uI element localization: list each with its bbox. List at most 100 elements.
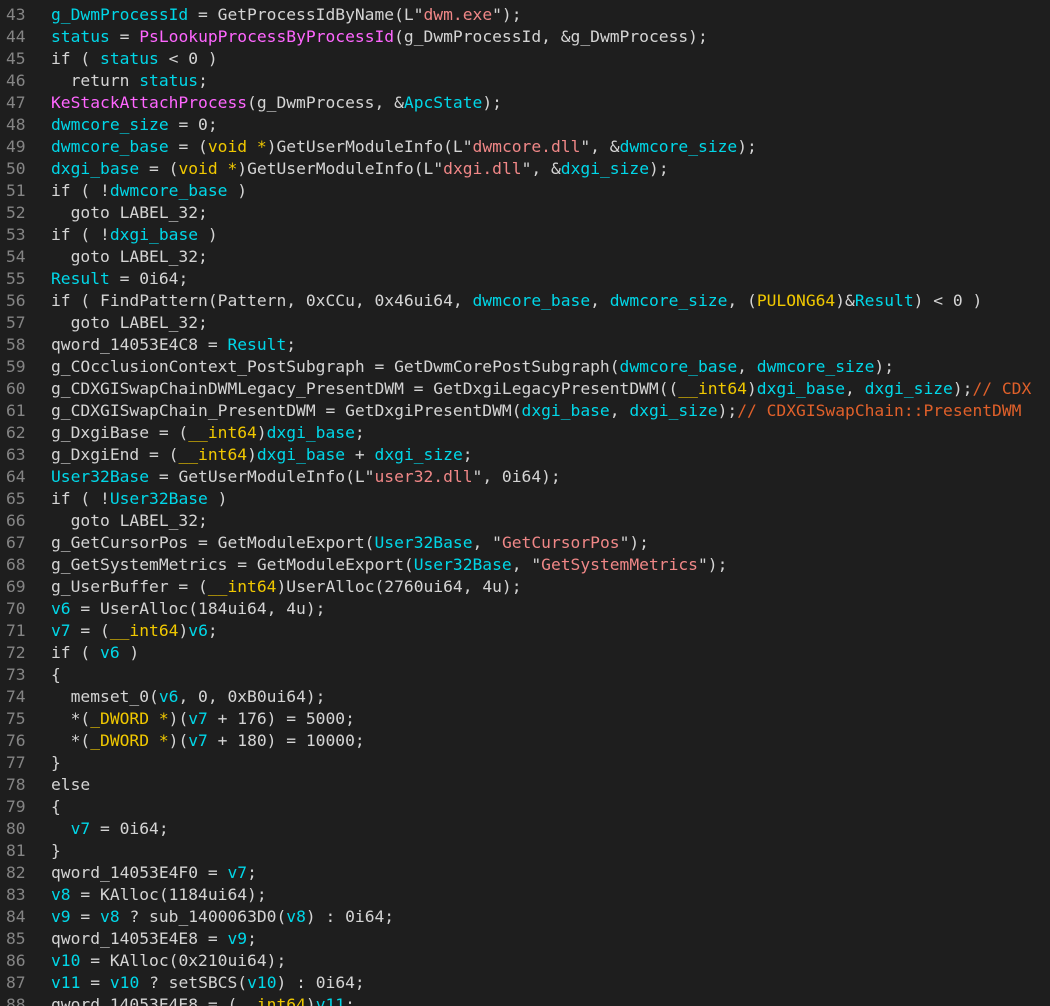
code-content[interactable]: v8 = KAlloc(1184ui64); <box>51 884 1050 906</box>
code-line[interactable]: 65 if ( !User32Base ) <box>0 488 1050 510</box>
code-line[interactable]: 47 KeStackAttachProcess(g_DwmProcess, &Ap… <box>0 92 1050 114</box>
code-content[interactable]: status = PsLookupProcessByProcessId(g_Dw… <box>51 26 1050 48</box>
code-line[interactable]: 88 qword_14053E4E8 = (__int64)v11; <box>0 994 1050 1006</box>
code-content[interactable]: g_CDXGISwapChainDWMLegacy_PresentDWM = G… <box>51 378 1050 400</box>
code-line[interactable]: 71 v7 = (__int64)v6; <box>0 620 1050 642</box>
code-line[interactable]: 55 Result = 0i64; <box>0 268 1050 290</box>
variable-token[interactable]: dxgi_base <box>522 401 610 420</box>
code-content[interactable]: { <box>51 796 1050 818</box>
code-content[interactable]: if ( FindPattern(Pattern, 0xCCu, 0x46ui6… <box>51 290 1050 312</box>
variable-token[interactable]: v8 <box>51 885 71 904</box>
code-line[interactable]: 64 User32Base = GetUserModuleInfo(L"user3… <box>0 466 1050 488</box>
code-content[interactable]: qword_14053E4F0 = v7; <box>51 862 1050 884</box>
variable-token[interactable]: Result <box>855 291 914 310</box>
variable-token[interactable]: ApcState <box>404 93 482 112</box>
variable-token[interactable]: dwmcore_base <box>473 291 591 310</box>
variable-token[interactable]: dxgi_base <box>110 225 198 244</box>
code-line[interactable]: 76 *(_DWORD *)(v7 + 180) = 10000; <box>0 730 1050 752</box>
variable-token[interactable]: User32Base <box>110 489 208 508</box>
code-content[interactable]: g_COcclusionContext_PostSubgraph = GetDw… <box>51 356 1050 378</box>
code-line[interactable]: 80 v7 = 0i64; <box>0 818 1050 840</box>
code-content[interactable]: goto LABEL_32; <box>51 312 1050 334</box>
code-line[interactable]: 45 if ( status < 0 ) <box>0 48 1050 70</box>
code-line[interactable]: 81} <box>0 840 1050 862</box>
code-content[interactable]: g_GetSystemMetrics = GetModuleExport(Use… <box>51 554 1050 576</box>
code-content[interactable]: g_DwmProcessId = GetProcessIdByName(L"dw… <box>51 4 1050 26</box>
variable-token[interactable]: v6 <box>51 599 71 618</box>
code-line[interactable]: 53 if ( !dxgi_base ) <box>0 224 1050 246</box>
code-content[interactable]: else <box>51 774 1050 796</box>
code-content[interactable]: dxgi_base = (void *)GetUserModuleInfo(L"… <box>51 158 1050 180</box>
variable-token[interactable]: v10 <box>247 973 276 992</box>
code-line[interactable]: 73 { <box>0 664 1050 686</box>
variable-token[interactable]: dxgi_size <box>561 159 649 178</box>
type-cast-token[interactable]: __int64 <box>678 379 747 398</box>
code-line[interactable]: 75 *(_DWORD *)(v7 + 176) = 5000; <box>0 708 1050 730</box>
variable-token[interactable]: v9 <box>227 929 247 948</box>
code-line[interactable]: 50 dxgi_base = (void *)GetUserModuleInfo(… <box>0 158 1050 180</box>
code-line[interactable]: 72 if ( v6 ) <box>0 642 1050 664</box>
code-content[interactable]: g_UserBuffer = (__int64)UserAlloc(2760ui… <box>51 576 1050 598</box>
code-line[interactable]: 68 g_GetSystemMetrics = GetModuleExport(U… <box>0 554 1050 576</box>
code-content[interactable]: } <box>51 840 1050 862</box>
variable-token[interactable]: g_DwmProcessId <box>51 5 188 24</box>
code-content[interactable]: memset_0(v6, 0, 0xB0ui64); <box>51 686 1050 708</box>
code-line[interactable]: 58 qword_14053E4C8 = Result; <box>0 334 1050 356</box>
code-content[interactable]: *(_DWORD *)(v7 + 180) = 10000; <box>51 730 1050 752</box>
code-line[interactable]: 61 g_CDXGISwapChain_PresentDWM = GetDxgiP… <box>0 400 1050 422</box>
code-content[interactable]: v7 = (__int64)v6; <box>51 620 1050 642</box>
code-content[interactable]: qword_14053E4C8 = Result; <box>51 334 1050 356</box>
code-line[interactable]: 54 goto LABEL_32; <box>0 246 1050 268</box>
code-line[interactable]: 59 g_COcclusionContext_PostSubgraph = Get… <box>0 356 1050 378</box>
type-cast-token[interactable]: __int64 <box>178 445 247 464</box>
variable-token[interactable]: status <box>51 27 110 46</box>
code-content[interactable]: g_DxgiEnd = (__int64)dxgi_base + dxgi_si… <box>51 444 1050 466</box>
code-content[interactable]: qword_14053E4E8 = (__int64)v11; <box>51 994 1050 1006</box>
type-cast-token[interactable]: PULONG64 <box>757 291 835 310</box>
code-content[interactable]: return status; <box>51 70 1050 92</box>
code-content[interactable]: goto LABEL_32; <box>51 510 1050 532</box>
code-line[interactable]: 49 dwmcore_base = (void *)GetUserModuleIn… <box>0 136 1050 158</box>
code-content[interactable]: if ( status < 0 ) <box>51 48 1050 70</box>
code-content[interactable]: Result = 0i64; <box>51 268 1050 290</box>
string-literal[interactable]: user32.dll <box>374 467 472 486</box>
code-line[interactable]: 56 if ( FindPattern(Pattern, 0xCCu, 0x46u… <box>0 290 1050 312</box>
variable-token[interactable]: User32Base <box>51 467 149 486</box>
code-line[interactable]: 60 g_CDXGISwapChainDWMLegacy_PresentDWM =… <box>0 378 1050 400</box>
code-line[interactable]: 62 g_DxgiBase = (__int64)dxgi_base; <box>0 422 1050 444</box>
variable-token[interactable]: v9 <box>51 907 71 926</box>
variable-token[interactable]: dwmcore_base <box>51 137 169 156</box>
code-content[interactable]: v7 = 0i64; <box>51 818 1050 840</box>
variable-token[interactable]: v10 <box>51 951 80 970</box>
variable-token[interactable]: v7 <box>227 863 247 882</box>
variable-token[interactable]: v7 <box>188 709 208 728</box>
code-line[interactable]: 83 v8 = KAlloc(1184ui64); <box>0 884 1050 906</box>
string-literal[interactable]: dwmcore.dll <box>473 137 581 156</box>
code-content[interactable]: { <box>51 664 1050 686</box>
type-cast-token[interactable]: _DWORD * <box>90 709 168 728</box>
code-content[interactable]: g_DxgiBase = (__int64)dxgi_base; <box>51 422 1050 444</box>
code-line[interactable]: 46 return status; <box>0 70 1050 92</box>
variable-token[interactable]: dxgi_size <box>865 379 953 398</box>
variable-token[interactable]: status <box>100 49 159 68</box>
variable-token[interactable]: dxgi_size <box>629 401 717 420</box>
variable-token[interactable]: Result <box>51 269 110 288</box>
string-literal[interactable]: dxgi.dll <box>443 159 521 178</box>
code-content[interactable]: goto LABEL_32; <box>51 246 1050 268</box>
kernel-function-token[interactable]: PsLookupProcessByProcessId <box>139 27 394 46</box>
code-content[interactable]: } <box>51 752 1050 774</box>
code-content[interactable]: if ( v6 ) <box>51 642 1050 664</box>
variable-token[interactable]: dxgi_base <box>51 159 139 178</box>
variable-token[interactable]: v7 <box>188 731 208 750</box>
variable-token[interactable]: dwmcore_size <box>610 291 728 310</box>
variable-token[interactable]: dxgi_base <box>757 379 845 398</box>
code-content[interactable]: if ( !User32Base ) <box>51 488 1050 510</box>
variable-token[interactable]: dwmcore_size <box>51 115 169 134</box>
code-line[interactable]: 48 dwmcore_size = 0; <box>0 114 1050 136</box>
code-content[interactable]: qword_14053E4E8 = v9; <box>51 928 1050 950</box>
variable-token[interactable]: v6 <box>188 621 208 640</box>
variable-token[interactable]: v11 <box>51 973 80 992</box>
variable-token[interactable]: status <box>139 71 198 90</box>
code-content[interactable]: *(_DWORD *)(v7 + 176) = 5000; <box>51 708 1050 730</box>
string-literal[interactable]: GetSystemMetrics <box>541 555 698 574</box>
